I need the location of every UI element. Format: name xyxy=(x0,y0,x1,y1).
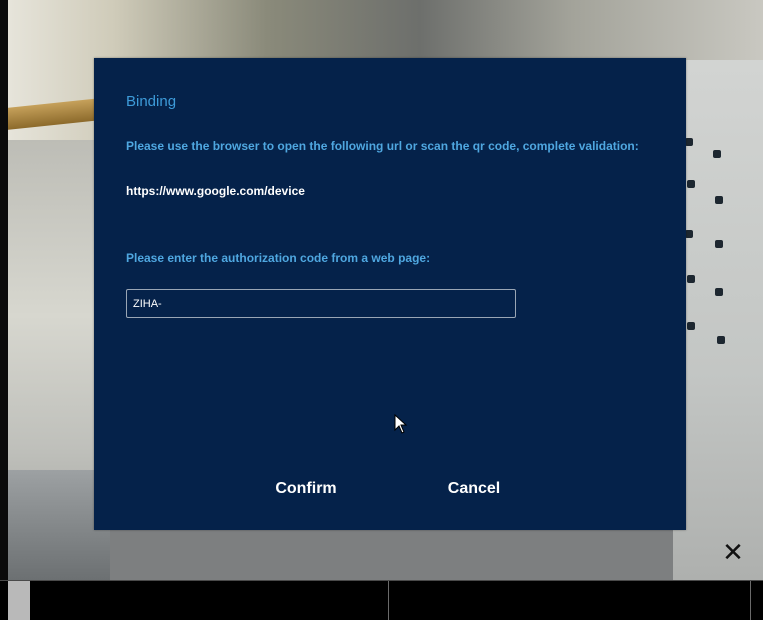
binding-dialog: Binding Please use the browser to open t… xyxy=(94,58,686,530)
bottom-bar xyxy=(0,580,763,620)
vent-hole xyxy=(687,322,695,330)
cancel-button[interactable]: Cancel xyxy=(434,476,514,502)
confirm-button[interactable]: Confirm xyxy=(258,476,354,502)
authorization-code-input[interactable] xyxy=(126,289,516,318)
bottom-bar-segment xyxy=(8,581,30,620)
vent-hole xyxy=(687,180,695,188)
bottom-bar-divider xyxy=(388,581,389,620)
vent-hole xyxy=(715,288,723,296)
vent-hole xyxy=(715,240,723,248)
vent-hole xyxy=(685,230,693,238)
mouse-pointer-icon xyxy=(394,414,408,434)
vent-hole xyxy=(685,138,693,146)
authorization-code-label: Please enter the authorization code from… xyxy=(126,251,431,265)
vent-hole xyxy=(715,196,723,204)
vent-hole xyxy=(687,275,695,283)
vent-hole xyxy=(713,150,721,158)
dialog-title: Binding xyxy=(126,93,177,110)
bottom-bar-divider xyxy=(750,581,751,620)
camera-screen: Binding Please use the browser to open t… xyxy=(0,0,763,620)
video-frame-edge xyxy=(0,0,8,580)
close-icon[interactable]: ✕ xyxy=(720,540,746,566)
device-url: https://www.google.com/device xyxy=(126,184,305,198)
binding-instruction: Please use the browser to open the follo… xyxy=(126,139,639,153)
vent-hole xyxy=(717,336,725,344)
camera-feed-right xyxy=(673,60,763,580)
